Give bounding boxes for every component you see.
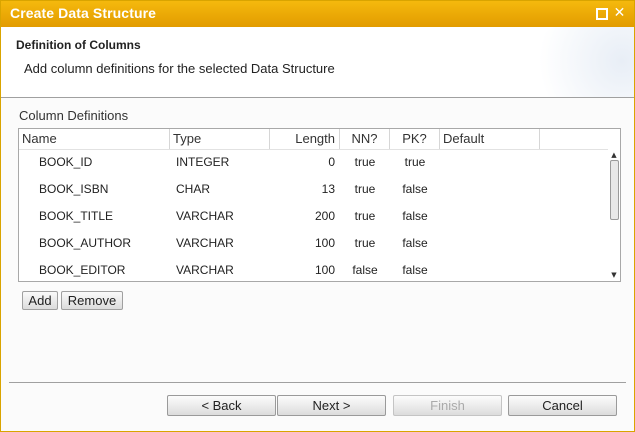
cell-length: 100 — [314, 263, 335, 277]
cell-length: 100 — [314, 236, 335, 250]
cell-nn: true — [354, 209, 376, 223]
close-icon[interactable]: ✕ — [613, 6, 626, 20]
cell-type: VARCHAR — [176, 263, 234, 277]
cell-nn: false — [352, 263, 378, 277]
dialog-window: Create Data Structure ✕ Definition of Co… — [0, 0, 635, 432]
column-header-nn[interactable]: NN? — [340, 129, 390, 149]
cell-name: BOOK_EDITOR — [39, 263, 126, 277]
cell-pk: false — [402, 209, 428, 223]
maximize-icon[interactable] — [595, 7, 608, 20]
cell-type: INTEGER — [176, 155, 230, 169]
cell-type: VARCHAR — [176, 236, 234, 250]
cell-length: 200 — [314, 209, 335, 223]
cell-name: BOOK_ISBN — [39, 182, 109, 196]
cell-pk: false — [402, 263, 428, 277]
column-header-length[interactable]: Length — [270, 129, 340, 149]
page-title: Definition of Columns — [16, 38, 141, 52]
header-decoration — [524, 27, 634, 97]
table-row[interactable]: BOOK_ID INTEGER 0 true true — [19, 149, 608, 176]
footer-separator — [9, 382, 626, 383]
column-header-pk[interactable]: PK? — [390, 129, 440, 149]
table-header: Name Type Length NN? PK? Default — [19, 129, 620, 150]
page-description: Add column definitions for the selected … — [24, 61, 335, 76]
cell-nn: true — [354, 182, 376, 196]
arrow-down-icon[interactable]: ▼ — [609, 270, 619, 280]
cell-name: BOOK_ID — [39, 155, 93, 169]
column-header-name[interactable]: Name — [19, 129, 170, 149]
table-row[interactable]: BOOK_TITLE VARCHAR 200 true false — [19, 203, 608, 230]
cell-type: VARCHAR — [176, 209, 234, 223]
arrow-up-icon[interactable]: ▲ — [609, 150, 619, 160]
column-header-default[interactable]: Default — [440, 129, 540, 149]
next-button[interactable]: Next > — [277, 395, 386, 416]
cell-name: BOOK_TITLE — [39, 209, 114, 223]
cell-pk: false — [402, 182, 428, 196]
wizard-header: Definition of Columns Add column definit… — [1, 27, 634, 98]
column-definitions-label: Column Definitions — [19, 108, 129, 123]
cell-type: CHAR — [176, 182, 211, 196]
back-button[interactable]: < Back — [167, 395, 276, 416]
table-row[interactable]: BOOK_EDITOR VARCHAR 100 false false — [19, 257, 608, 281]
cell-pk: false — [402, 236, 428, 250]
scrollbar-thumb[interactable] — [610, 160, 619, 220]
cell-pk: true — [404, 155, 426, 169]
column-definitions-table: Name Type Length NN? PK? Default BOOK_ID… — [18, 128, 621, 282]
cell-name: BOOK_AUTHOR — [39, 236, 132, 250]
table-row[interactable]: BOOK_AUTHOR VARCHAR 100 true false — [19, 230, 608, 257]
cancel-button[interactable]: Cancel — [508, 395, 617, 416]
column-header-type[interactable]: Type — [170, 129, 270, 149]
table-scrollbar[interactable]: ▲ ▼ — [608, 149, 620, 281]
cell-nn: true — [354, 236, 376, 250]
cell-length: 0 — [328, 155, 335, 169]
add-button[interactable]: Add — [22, 291, 58, 310]
cell-nn: true — [354, 155, 376, 169]
title-bar[interactable]: Create Data Structure ✕ — [1, 1, 634, 27]
finish-button[interactable]: Finish — [393, 395, 502, 416]
remove-button[interactable]: Remove — [61, 291, 123, 310]
table-row[interactable]: BOOK_ISBN CHAR 13 true false — [19, 176, 608, 203]
cell-length: 13 — [321, 182, 335, 196]
window-title: Create Data Structure — [10, 5, 157, 21]
